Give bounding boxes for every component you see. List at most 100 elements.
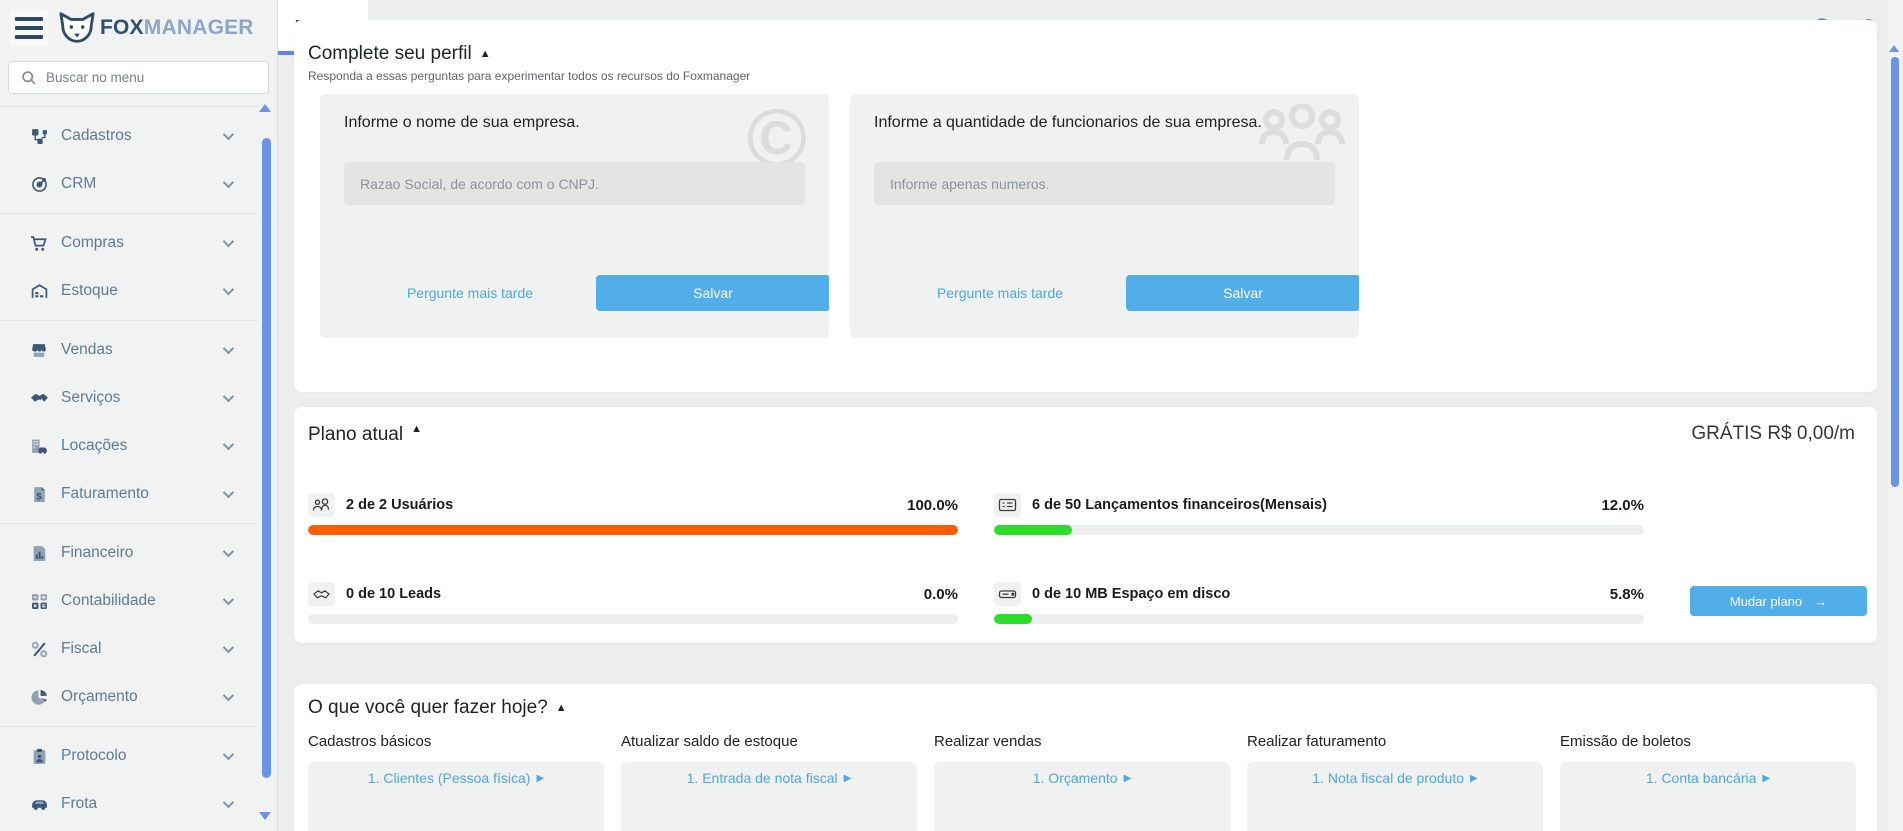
card-question: Informe o nome de sua empresa. <box>344 112 764 134</box>
play-icon: ▶ <box>1470 770 1478 787</box>
chevron-down-icon <box>223 642 234 653</box>
column-links-box: 1. Clientes (Pessoa física)▶ <box>308 762 604 831</box>
save-button[interactable]: Salvar <box>596 275 829 311</box>
store-icon <box>28 342 50 359</box>
sitemap-icon <box>28 128 50 145</box>
play-icon: ▶ <box>1124 770 1132 787</box>
sidebar-header: FOXMANAGER <box>0 0 277 55</box>
profile-card-employee-count: Informe a quantidade de funcionarios de … <box>850 94 1359 338</box>
collapse-arrow-icon[interactable]: ▲ <box>556 702 567 714</box>
today-link[interactable]: 1. Conta bancária▶ <box>1646 770 1770 788</box>
sidebar-scroll-down-arrow[interactable] <box>259 812 271 820</box>
section-title: Complete seu perfil <box>308 42 472 66</box>
column-header: Cadastros básicos <box>308 732 604 752</box>
sidebar-item-servicos[interactable]: Serviços <box>0 374 277 422</box>
company-name-input[interactable] <box>344 162 805 205</box>
sidebar-item-label: Frota <box>61 795 97 813</box>
menu-search <box>8 61 269 94</box>
page-scroll-up-arrow[interactable] <box>1889 45 1899 52</box>
sidebar-item-contabilidade[interactable]: Contabilidade <box>0 577 277 625</box>
change-plan-button[interactable]: Mudar plano → <box>1690 586 1867 616</box>
card-question: Informe a quantidade de funcionarios de … <box>874 112 1294 134</box>
sidebar-item-label: Serviços <box>61 389 120 407</box>
save-button[interactable]: Salvar <box>1126 275 1359 311</box>
cart-icon <box>28 235 50 252</box>
chevron-down-icon <box>223 236 234 247</box>
column-header: Realizar vendas <box>934 732 1230 752</box>
today-column-realizar-faturamento: Realizar faturamento 1. Nota fiscal de p… <box>1247 732 1543 831</box>
section-title: Plano atual <box>308 423 403 447</box>
today-link[interactable]: 1. Nota fiscal de produto▶ <box>1312 770 1477 788</box>
divider <box>0 726 258 727</box>
sidebar-item-vendas[interactable]: Vendas <box>0 326 277 374</box>
chevron-down-icon <box>223 284 234 295</box>
sidebar-scrollbar-thumb[interactable] <box>262 138 271 778</box>
sidebar-item-label: Protocolo <box>61 747 126 765</box>
plan-metrics: 2 de 2 Usuários 100.0% 6 de 50 Lançament… <box>308 493 1855 624</box>
collapse-arrow-icon[interactable]: ▲ <box>480 48 491 60</box>
sidebar-item-crm[interactable]: CRM <box>0 160 277 208</box>
sidebar-item-orcamento[interactable]: Orçamento <box>0 673 277 721</box>
sidebar-item-label: Estoque <box>61 282 118 300</box>
employee-count-input[interactable] <box>874 162 1335 205</box>
current-plan-section: Plano atual ▲ GRÁTIS R$ 0,00/m 2 de 2 Us… <box>294 407 1877 643</box>
metric-label: 0 de 10 Leads <box>346 586 441 602</box>
metric-percent: 12.0% <box>1601 497 1644 514</box>
sidebar-item-label: Orçamento <box>61 688 138 706</box>
divider <box>0 523 258 524</box>
sidebar-item-label: Compras <box>61 234 124 252</box>
sidebar-item-label: Faturamento <box>61 485 149 503</box>
car-icon <box>28 796 50 812</box>
metric-label: 6 de 50 Lançamentos financeiros(Mensais) <box>1032 497 1327 513</box>
hamburger-menu-button[interactable] <box>10 9 48 47</box>
chevron-down-icon <box>223 487 234 498</box>
main-area: PAINEL ? <box>278 0 1886 831</box>
sidebar-item-label: Contabilidade <box>61 592 156 610</box>
page-scrollbar[interactable] <box>1886 0 1903 831</box>
ask-later-link[interactable]: Pergunte mais tarde <box>874 275 1126 311</box>
building-car-icon <box>28 438 50 455</box>
sidebar-item-protocolo[interactable]: Protocolo <box>0 732 277 780</box>
sidebar-item-financeiro[interactable]: Financeiro <box>0 529 277 577</box>
app-logo[interactable]: FOXMANAGER <box>56 10 254 46</box>
calculator-icon <box>28 593 50 610</box>
sidebar-item-label: CRM <box>61 175 96 193</box>
sidebar-item-locacoes[interactable]: Locações <box>0 422 277 470</box>
collapse-arrow-icon[interactable]: ▲ <box>411 423 422 435</box>
bar-chart-icon <box>28 545 50 562</box>
today-column-saldo-estoque: Atualizar saldo de estoque 1. Entrada de… <box>621 732 917 831</box>
search-input[interactable] <box>46 70 268 85</box>
metric-percent: 5.8% <box>1610 586 1644 603</box>
today-column-realizar-vendas: Realizar vendas 1. Orçamento▶ <box>934 732 1230 831</box>
chevron-down-icon <box>223 343 234 354</box>
chevron-down-icon <box>223 594 234 605</box>
leads-icon <box>308 582 335 606</box>
chevron-down-icon <box>223 391 234 402</box>
arrow-right-icon: → <box>1814 594 1827 609</box>
sidebar-item-compras[interactable]: Compras <box>0 219 277 267</box>
metric-label: 2 de 2 Usuários <box>346 497 453 513</box>
sidebar-item-frota[interactable]: Frota <box>0 780 277 828</box>
today-link[interactable]: 1. Orçamento▶ <box>1033 770 1132 788</box>
sidebar-item-estoque[interactable]: Estoque <box>0 267 277 315</box>
metric-percent: 0.0% <box>924 586 958 603</box>
column-links-box: 1. Entrada de nota fiscal▶ <box>621 762 917 831</box>
sidebar-item-faturamento[interactable]: $ Faturamento <box>0 470 277 518</box>
sidebar-scroll-up-arrow[interactable] <box>259 104 271 112</box>
today-link[interactable]: 1. Entrada de nota fiscal▶ <box>687 770 852 788</box>
today-link[interactable]: 1. Clientes (Pessoa física)▶ <box>368 770 544 788</box>
page-scrollbar-thumb[interactable] <box>1891 57 1899 487</box>
svg-text:$: $ <box>36 491 42 502</box>
ask-later-link[interactable]: Pergunte mais tarde <box>344 275 596 311</box>
section-title: O que você quer fazer hoje? <box>308 696 548 720</box>
metric-percent: 100.0% <box>907 497 958 514</box>
column-header: Emissão de boletos <box>1560 732 1856 752</box>
sidebar-nav: Cadastros CRM Compras <box>0 106 277 831</box>
progress-bar <box>994 614 1644 624</box>
sidebar-item-fiscal[interactable]: Fiscal <box>0 625 277 673</box>
plan-price: GRÁTIS R$ 0,00/m <box>1691 423 1855 445</box>
profile-card-company-name: © Informe o nome de sua empresa. Pergunt… <box>320 94 829 338</box>
sidebar-item-cadastros[interactable]: Cadastros <box>0 112 277 160</box>
change-plan-label: Mudar plano <box>1730 594 1802 609</box>
invoice-icon: $ <box>28 486 50 503</box>
